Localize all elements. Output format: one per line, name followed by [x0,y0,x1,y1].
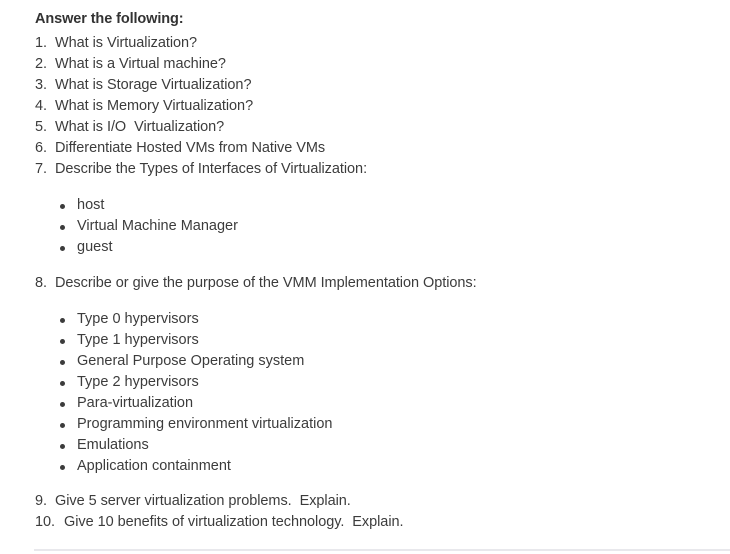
bullet-icon [60,339,65,344]
question-number: 10. [35,514,56,530]
bullet-icon [60,225,65,230]
question-number: 5. [35,119,47,135]
list-item-text: Type 2 hypervisors [77,374,199,390]
list-item-text: host [77,197,105,213]
list-item-text: Type 1 hypervisors [77,332,199,348]
question-number: 3. [35,77,47,93]
question-number: 9. [35,493,47,509]
question-item: 9. Give 5 server virtualization problems.… [35,493,351,509]
list-item-text: guest [77,239,113,255]
list-item-text: Type 0 hypervisors [77,311,199,327]
question-text: Give 10 benefits of virtualization techn… [64,514,404,530]
question-item: 10. Give 10 benefits of virtualization te… [35,514,404,530]
question-item: 8. Describe or give the purpose of the VM… [35,275,477,291]
bullet-icon [60,423,65,428]
list-item-text: Application containment [77,458,231,474]
bullet-icon [60,204,65,209]
divider [34,549,730,551]
bullet-icon [60,381,65,386]
question-text: What is Memory Virtualization? [55,98,254,114]
bullet-icon [60,318,65,323]
list-item-text: Virtual Machine Manager [77,218,238,234]
list-item-text: Emulations [77,437,149,453]
bullet-icon [60,402,65,407]
question-number: 2. [35,56,47,72]
question-text: What is I/O Virtualization? [55,119,225,135]
question-number: 6. [35,140,47,156]
list-item-text: Para-virtualization [77,395,194,411]
bullet-icon [60,444,65,449]
question-text: Give 5 server virtualization problems. E… [55,493,351,509]
question-item: 3. What is Storage Virtualization? [35,77,252,93]
question-text: Describe or give the purpose of the VMM … [55,275,477,291]
question-item: 5. What is I/O Virtualization? [35,119,224,135]
question-text: What is a Virtual machine? [55,56,226,72]
question-item: 1. What is Virtualization? [35,35,197,51]
heading: Answer the following: [35,11,184,27]
list-item-text: Programming environment virtualization [77,416,333,432]
question-text: Describe the Types of Interfaces of Virt… [55,161,368,177]
bullet-icon [60,246,65,251]
question-number: 8. [35,275,47,291]
question-number: 1. [35,35,47,51]
bullet-icon [60,465,65,470]
question-text: What is Storage Virtualization? [55,77,252,93]
question-text: Differentiate Hosted VMs from Native VMs [55,140,326,156]
question-item: 4. What is Memory Virtualization? [35,98,253,114]
bullet-icon [60,360,65,365]
question-number: 7. [35,161,47,177]
list-item-text: General Purpose Operating system [77,353,305,369]
question-item: 7. Describe the Types of Interfaces of Vi… [35,161,367,177]
question-item: 6. Differentiate Hosted VMs from Native V… [35,140,325,156]
question-number: 4. [35,98,47,114]
question-item: 2. What is a Virtual machine? [35,56,226,72]
question-text: What is Virtualization? [55,35,198,51]
